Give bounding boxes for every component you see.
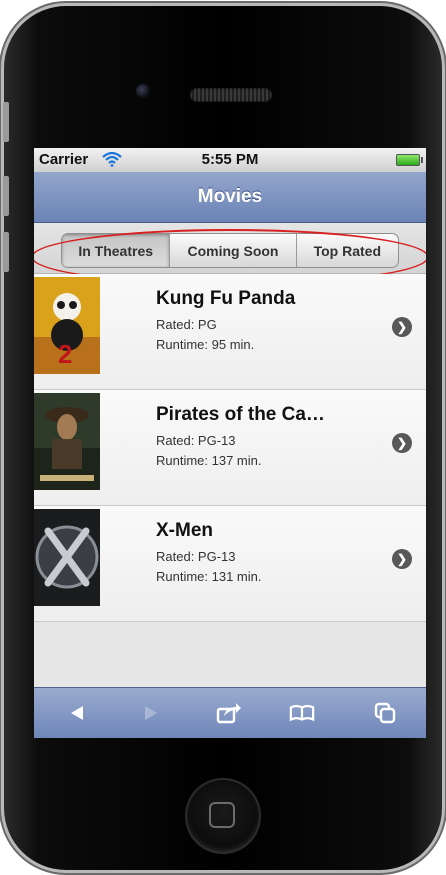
home-button[interactable] <box>185 778 261 854</box>
front-camera <box>136 84 150 98</box>
movie-rating: Rated: PG-13 <box>156 549 236 564</box>
segment-top-rated[interactable]: Top Rated <box>297 234 398 267</box>
list-item[interactable]: X-Men Rated: PG-13 Runtime: 131 min. ❯ <box>34 506 426 622</box>
kung-fu-panda-poster: 2 <box>34 277 100 374</box>
disclosure-chevron-icon[interactable]: ❯ <box>392 433 412 453</box>
volume-up-button <box>3 176 9 216</box>
svg-text:2: 2 <box>58 339 72 369</box>
home-square-icon <box>209 802 235 828</box>
disclosure-chevron-icon[interactable]: ❯ <box>392 549 412 569</box>
earpiece-speaker <box>190 88 272 102</box>
share-icon[interactable] <box>216 701 242 725</box>
pirates-poster <box>34 393 100 490</box>
segment-label: Top Rated <box>313 242 381 259</box>
segment-in-theatres[interactable]: In Theatres <box>62 234 171 267</box>
movie-title: X-Men <box>156 520 213 541</box>
tabs-icon[interactable] <box>372 701 398 725</box>
movie-rating: Rated: PG-13 <box>156 433 236 448</box>
movie-list: 2 Kung Fu Panda Rated: PG Runtime: 95 mi… <box>34 274 426 622</box>
bookmarks-icon[interactable] <box>289 701 315 725</box>
list-item[interactable]: Pirates of the Ca… Rated: PG-13 Runtime:… <box>34 390 426 506</box>
movie-title: Kung Fu Panda <box>156 288 296 309</box>
movie-runtime: Runtime: 95 min. <box>156 337 255 352</box>
status-time: 5:55 PM <box>201 151 259 168</box>
list-item[interactable]: 2 Kung Fu Panda Rated: PG Runtime: 95 mi… <box>34 274 426 390</box>
safari-toolbar <box>34 687 426 738</box>
movie-title: Pirates of the Ca… <box>156 404 325 425</box>
x-men-poster <box>34 509 100 606</box>
segment-coming-soon[interactable]: Coming Soon <box>170 234 297 267</box>
segment-label: Coming Soon <box>187 242 279 259</box>
phone-screen: Carrier 5:55 PM Movies In Theatres Comin… <box>34 148 426 738</box>
segmented-control-bar: In Theatres Coming Soon Top Rated <box>34 223 426 285</box>
disclosure-chevron-icon[interactable]: ❯ <box>392 317 412 337</box>
movie-runtime: Runtime: 137 min. <box>156 453 262 468</box>
nav-bar: Movies <box>34 172 426 223</box>
back-arrow-icon[interactable] <box>64 701 90 725</box>
battery-icon <box>396 154 423 166</box>
segment-label: In Theatres <box>78 242 154 259</box>
nav-title: Movies <box>197 186 263 207</box>
forward-arrow-icon[interactable] <box>138 701 164 725</box>
movie-runtime: Runtime: 131 min. <box>156 569 262 584</box>
status-bar: Carrier 5:55 PM <box>34 148 426 172</box>
movie-rating: Rated: PG <box>156 317 217 332</box>
segmented-control: In Theatres Coming Soon Top Rated <box>61 233 399 268</box>
mute-switch <box>3 102 9 142</box>
volume-down-button <box>3 232 9 272</box>
